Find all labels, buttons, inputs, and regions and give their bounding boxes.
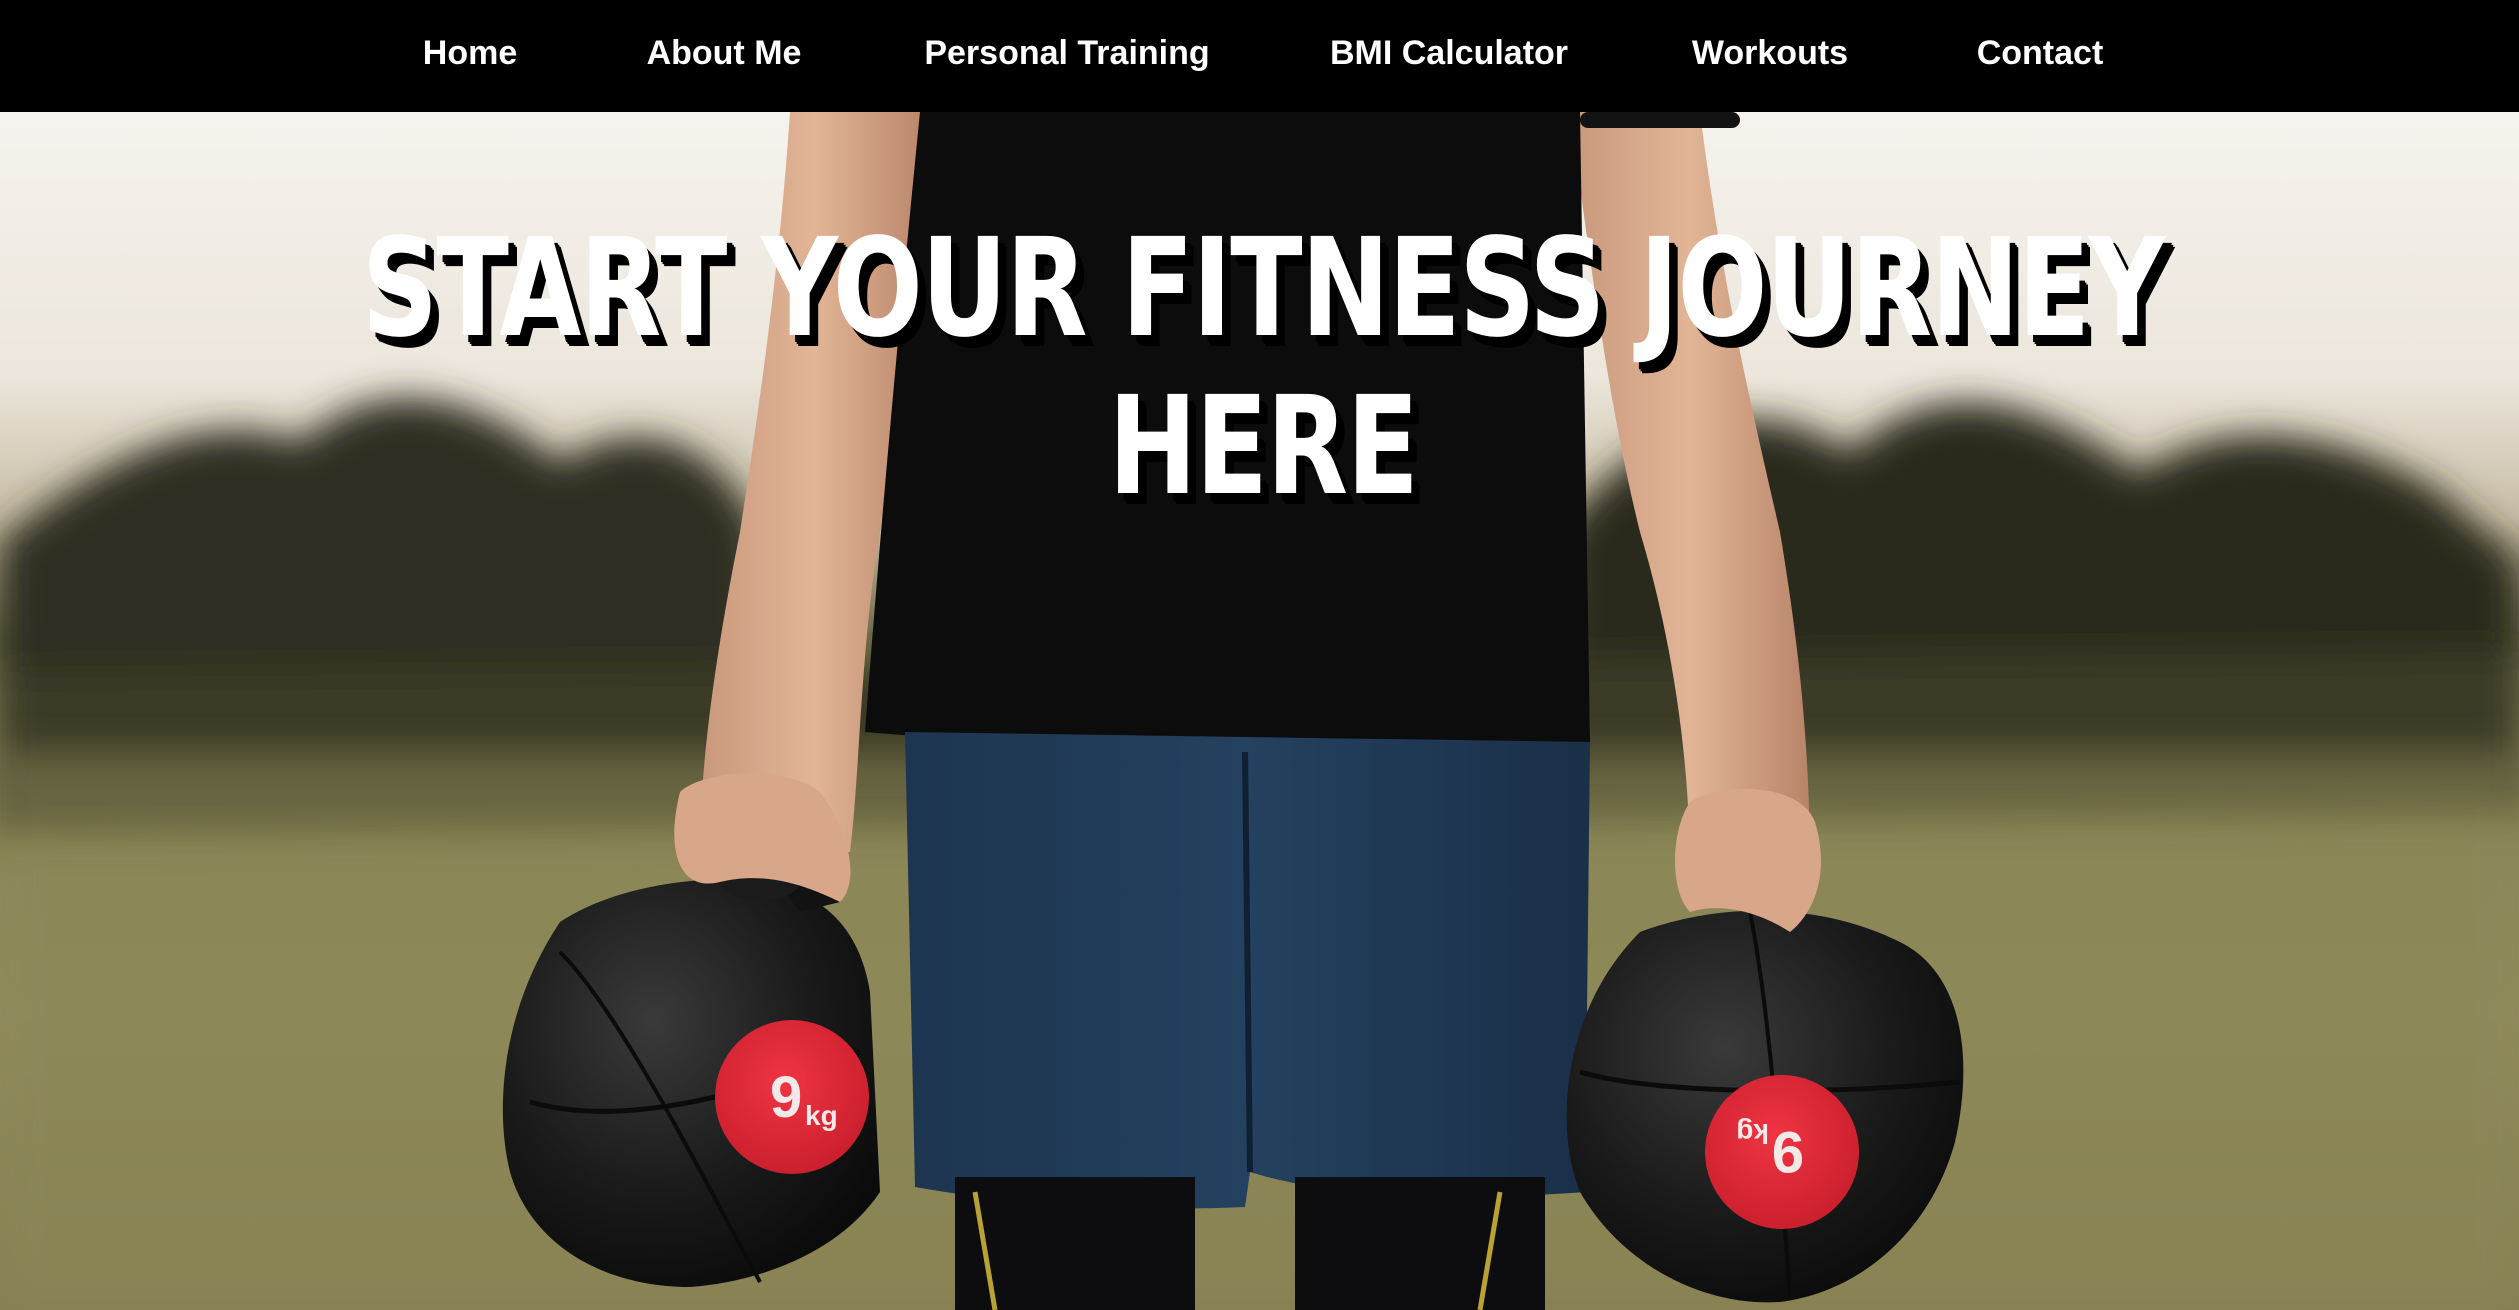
- right-weight-number: 9: [1772, 1119, 1804, 1184]
- hero-title: START YOUR FITNESS JOURNEY HERE: [361, 210, 2166, 526]
- nav-link-personal-training[interactable]: Personal Training: [924, 0, 1209, 112]
- left-weight-unit: kg: [805, 1100, 838, 1131]
- left-weight-number: 9: [770, 1065, 802, 1130]
- right-weight-unit: kg: [1736, 1118, 1769, 1149]
- nav-link-bmi-calculator[interactable]: BMI Calculator: [1330, 0, 1568, 112]
- nav-link-about-me[interactable]: About Me: [647, 0, 802, 112]
- main-nav: Home About Me Personal Training BMI Calc…: [0, 0, 2519, 112]
- nav-link-workouts[interactable]: Workouts: [1692, 0, 1848, 112]
- nav-link-home[interactable]: Home: [423, 0, 517, 112]
- hero-section: 9 kg 9 kg START YOUR FITNESS JOURNEY HER…: [0, 112, 2519, 1310]
- nav-link-contact[interactable]: Contact: [1977, 0, 2104, 112]
